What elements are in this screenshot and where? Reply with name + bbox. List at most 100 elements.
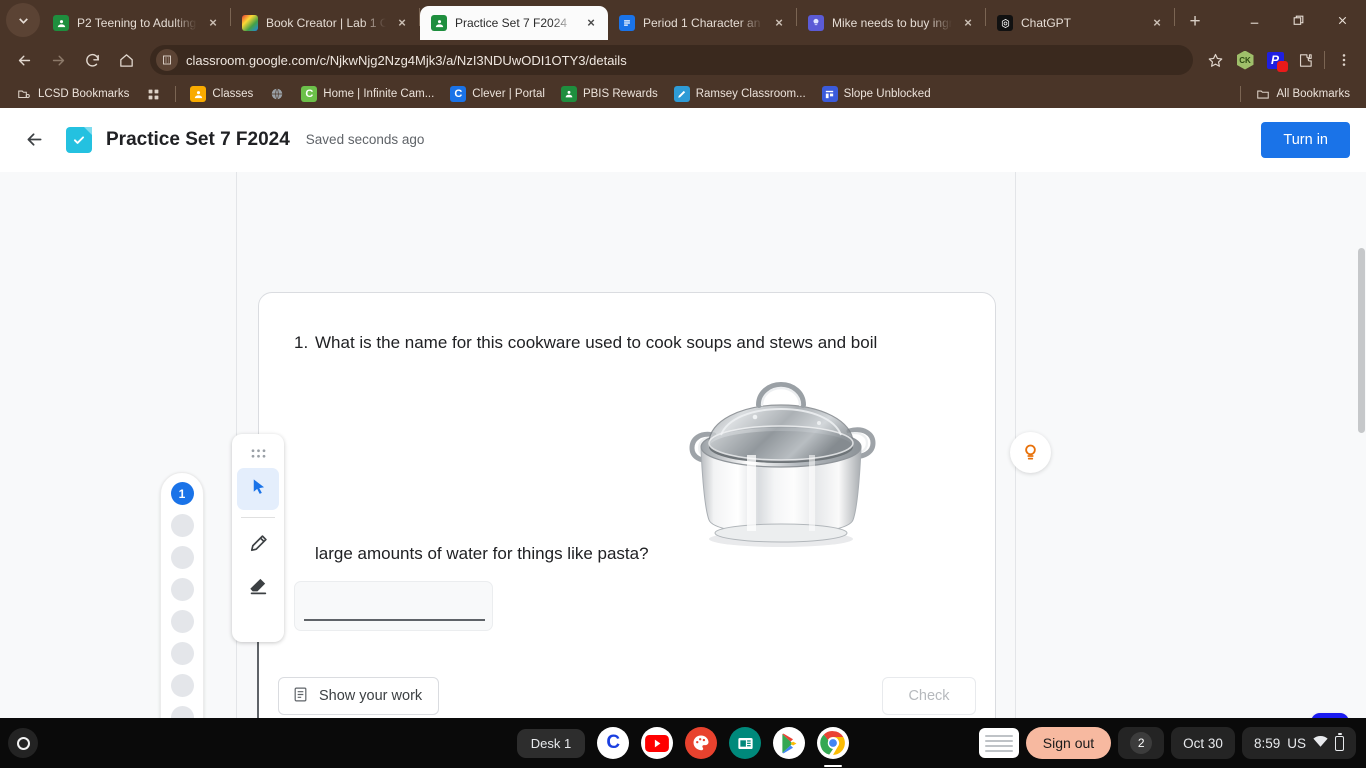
question-nav-item-4[interactable] <box>170 578 194 601</box>
tab-title: Practice Set 7 F2024 <box>455 16 568 30</box>
clever-app[interactable]: C <box>597 727 630 759</box>
close-button[interactable] <box>1320 3 1364 37</box>
eraser-icon <box>247 575 269 602</box>
turn-in-button[interactable]: Turn in <box>1261 121 1350 158</box>
bookmark-pbis-rewards[interactable]: PBIS Rewards <box>553 83 666 105</box>
back-arrow-icon[interactable] <box>8 44 40 76</box>
question-nav-item-2[interactable] <box>170 514 194 537</box>
minimize-button[interactable] <box>1232 3 1276 37</box>
tab-close-button[interactable]: × <box>960 15 976 31</box>
bookmark-label: Clever | Portal <box>472 88 545 100</box>
back-arrow-icon[interactable] <box>14 120 54 160</box>
show-your-work-button[interactable]: Show your work <box>278 677 440 715</box>
p-extension-icon[interactable]: P <box>1261 46 1289 74</box>
globe-icon <box>269 86 285 102</box>
question-nav-item-1[interactable]: 1 <box>170 482 194 505</box>
question-nav-item-8[interactable] <box>170 706 194 718</box>
slope-icon <box>821 86 838 102</box>
scrollbar-thumb[interactable] <box>1358 248 1365 433</box>
bookmark-infinite-campus[interactable]: C Home | Infinite Cam... <box>293 83 442 105</box>
bookmark-classes[interactable]: Classes <box>182 83 261 105</box>
pbis-icon <box>560 86 577 102</box>
tab-3[interactable]: Period 1 Character an × <box>608 6 796 40</box>
star-icon[interactable] <box>1201 46 1229 74</box>
practice-set-body: 1. What is the name for this cookware us… <box>0 172 1366 718</box>
forward-arrow-icon[interactable] <box>42 44 74 76</box>
desk-switcher[interactable]: Desk 1 <box>516 728 586 758</box>
bookmark-lcsd-bookmarks[interactable]: LCSD Bookmarks <box>8 83 137 105</box>
infinite-campus-icon: C <box>301 86 318 102</box>
question-nav-item-3[interactable] <box>170 546 194 569</box>
tab-close-button[interactable]: × <box>1149 15 1165 31</box>
cursor-tool[interactable] <box>237 468 279 510</box>
show-your-work-label: Show your work <box>319 688 423 704</box>
chromeos-screen: P2 Teening to Adulting × Book Creator | … <box>0 0 1366 768</box>
art-palette-app[interactable] <box>685 727 718 759</box>
bookmark-separator <box>175 86 177 102</box>
question-nav-item-5[interactable] <box>170 610 194 633</box>
youtube-app[interactable] <box>641 727 674 759</box>
lightbulb-hint-icon[interactable] <box>1010 432 1051 473</box>
chatgpt-icon <box>997 15 1013 31</box>
tab-close-button[interactable]: × <box>583 15 599 31</box>
ck-extension-icon[interactable]: CK <box>1231 46 1259 74</box>
check-button[interactable]: Check <box>882 677 976 715</box>
tab-title: P2 Teening to Adulting <box>77 16 197 30</box>
bookmark-slope-unblocked[interactable]: Slope Unblocked <box>814 83 939 105</box>
bookmark-apps-grid[interactable] <box>137 83 169 105</box>
tab-close-button[interactable]: × <box>394 15 410 31</box>
folder-settings-icon <box>16 86 32 102</box>
play-store-app[interactable] <box>773 727 806 759</box>
bookmark-ramsey-classroom[interactable]: Ramsey Classroom... <box>666 83 814 105</box>
question-number: 1. <box>294 333 309 352</box>
tab-0[interactable]: P2 Teening to Adulting × <box>42 6 230 40</box>
question-navigator: 1 <box>160 472 204 718</box>
bookmark-clever-portal[interactable]: C Clever | Portal <box>442 83 553 105</box>
tab-close-button[interactable]: × <box>771 15 787 31</box>
google-keep-icon <box>808 15 824 31</box>
tab-close-button[interactable]: × <box>205 15 221 31</box>
question-nav-item-7[interactable] <box>170 674 194 697</box>
book-creator-icon <box>242 15 258 31</box>
all-bookmarks-button[interactable]: All Bookmarks <box>1247 83 1359 105</box>
drawing-toolbar <box>232 434 284 642</box>
new-tab-button[interactable]: + <box>1181 9 1209 37</box>
reload-icon[interactable] <box>76 44 108 76</box>
tab-1[interactable]: Book Creator | Lab 1 O × <box>231 6 419 40</box>
page-scrollbar[interactable] <box>1357 236 1366 718</box>
eraser-tool[interactable] <box>237 567 279 609</box>
google-classroom-icon <box>431 15 447 31</box>
site-info-icon[interactable] <box>156 49 178 71</box>
pen-tool[interactable] <box>237 525 279 567</box>
slides-app[interactable] <box>729 727 762 759</box>
bookmark-label: Classes <box>212 88 254 100</box>
tab-2-active[interactable]: Practice Set 7 F2024 × <box>420 6 608 40</box>
apps-grid-icon <box>145 86 161 102</box>
toolbar-stem <box>257 642 259 718</box>
practice-set-check-icon <box>66 126 92 153</box>
window-controls <box>1232 0 1366 40</box>
three-dot-menu[interactable] <box>1330 46 1358 74</box>
address-bar[interactable]: classroom.google.com/c/NjkwNjg2Nzg4Mjk3/… <box>150 45 1193 75</box>
bookmark-label: PBIS Rewards <box>582 88 658 100</box>
tab-search-button[interactable] <box>6 3 40 37</box>
answer-input[interactable] <box>294 581 493 631</box>
home-icon[interactable] <box>110 44 142 76</box>
folder-icon <box>1255 86 1271 102</box>
bookmark-label: Ramsey Classroom... <box>695 88 806 100</box>
tab-5[interactable]: ChatGPT × <box>986 6 1174 40</box>
p-extension-widget[interactable]: P <box>1311 713 1349 718</box>
question-nav-item-6[interactable] <box>170 642 194 665</box>
chrome-app[interactable] <box>817 727 850 759</box>
maximize-button[interactable] <box>1276 3 1320 37</box>
google-docs-icon <box>619 15 635 31</box>
puzzle-icon[interactable] <box>1291 46 1319 74</box>
clever-icon: C <box>450 86 467 102</box>
drag-handle-dots-icon[interactable] <box>247 442 269 464</box>
bookmarks-bar: LCSD Bookmarks Classes C Home | Infinite… <box>0 80 1366 108</box>
bookmark-globe[interactable] <box>261 83 293 105</box>
bookmark-separator <box>1239 86 1241 102</box>
tab-4[interactable]: Mike needs to buy ingr × <box>797 6 985 40</box>
chromeos-shelf: Desk 1 C Sign out 2 Oct 30 8:59 US <box>0 718 1366 768</box>
google-classroom-icon <box>53 15 69 31</box>
